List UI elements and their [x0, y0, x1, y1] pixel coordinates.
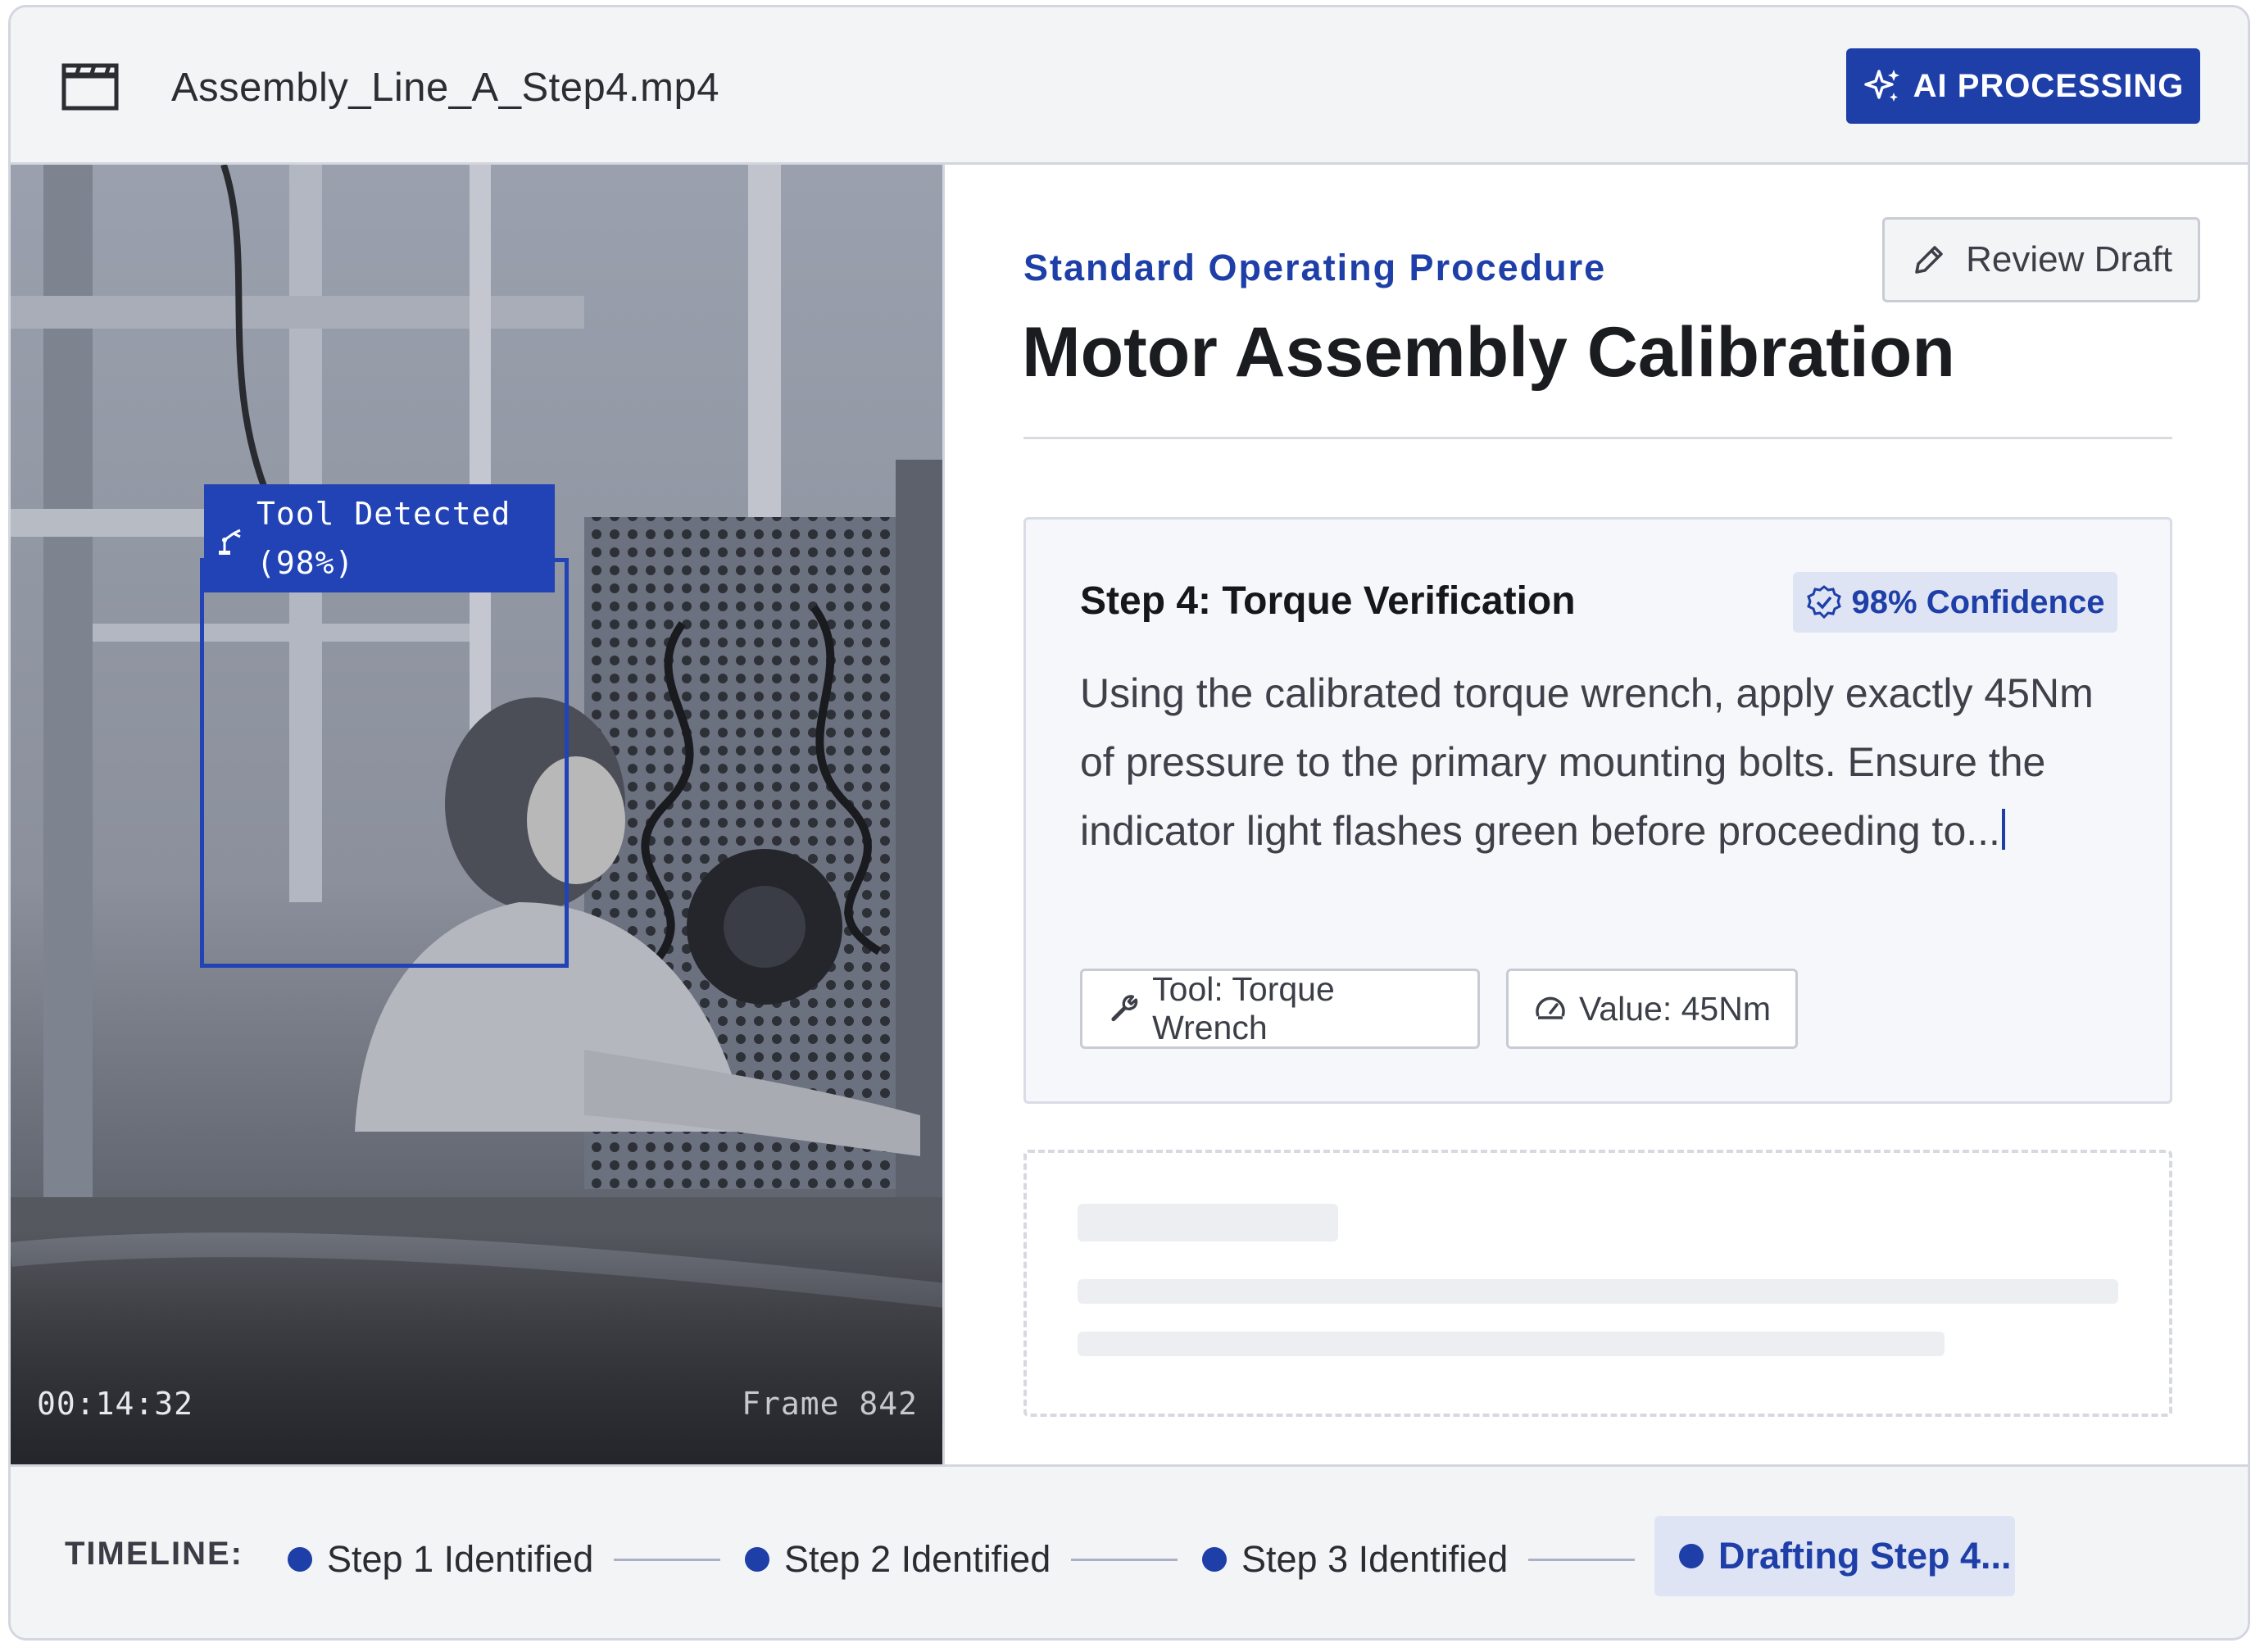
- section-label: Standard Operating Procedure: [1023, 247, 1607, 288]
- timeline-active-label: Drafting Step 4...: [1718, 1535, 2012, 1577]
- timeline-connector: [1071, 1559, 1178, 1561]
- status-dot: [1679, 1544, 1704, 1568]
- timeline-connector: [614, 1559, 720, 1561]
- status-dot: [1202, 1547, 1227, 1572]
- timeline-step-label: Step 2 Identified: [784, 1538, 1051, 1580]
- sparkles-icon: [1863, 70, 1899, 102]
- ai-processing-button[interactable]: AI PROCESSING: [1846, 48, 2200, 124]
- step-description-text: Using the calibrated torque wrench, appl…: [1080, 670, 2094, 854]
- verified-badge-icon: [1806, 585, 1841, 620]
- value-chip[interactable]: Value: 45Nm: [1506, 969, 1798, 1049]
- step-title: Step 4: Torque Verification: [1080, 579, 1576, 623]
- timeline-label: TIMELINE:: [65, 1536, 243, 1572]
- placeholder-line: [1078, 1332, 1945, 1356]
- placeholder-title-bar: [1078, 1204, 1338, 1241]
- value-chip-label: Value: 45Nm: [1579, 989, 1771, 1028]
- placeholder-line: [1078, 1279, 2118, 1304]
- document-title: Motor Assembly Calibration: [1022, 313, 1955, 392]
- header-bar: Assembly_Line_A_Step4.mp4 AI PROCESSING: [11, 7, 2248, 165]
- detection-text: Tool Detected: [256, 496, 511, 532]
- tool-chip-label: Tool: Torque Wrench: [1152, 970, 1335, 1046]
- title-divider: [1023, 437, 2172, 439]
- video-file-name: Assembly_Line_A_Step4.mp4: [171, 66, 719, 110]
- status-dot: [745, 1547, 769, 1572]
- text-cursor: [2001, 809, 2005, 850]
- timeline-step-1[interactable]: Step 1 Identified: [288, 1519, 593, 1600]
- review-draft-label: Review Draft: [1966, 239, 2172, 279]
- detection-confidence: (98%): [256, 545, 355, 581]
- step-description[interactable]: Using the calibrated torque wrench, appl…: [1080, 659, 2096, 865]
- gauge-icon: [1536, 996, 1565, 1019]
- robot-arm-icon: [219, 529, 241, 555]
- confidence-label: 98% Confidence: [1851, 583, 2105, 620]
- pencil-icon: [1915, 246, 1943, 274]
- timeline-step-4-active[interactable]: Drafting Step 4...: [1654, 1516, 2015, 1596]
- tool-chip[interactable]: Tool: Torque Wrench: [1080, 969, 1480, 1049]
- video-timecode: 00:14:32: [37, 1386, 194, 1422]
- sop-document-panel: Standard Operating Procedure Review Draf…: [945, 165, 2248, 1464]
- next-step-placeholder: [1023, 1150, 2172, 1417]
- ai-processing-label: AI PROCESSING: [1913, 67, 2185, 104]
- detection-label: Tool Detected (98%): [204, 484, 555, 592]
- timeline-step-3[interactable]: Step 3 Identified: [1202, 1519, 1508, 1600]
- timeline-step-label: Step 3 Identified: [1241, 1538, 1509, 1580]
- video-preview[interactable]: Tool Detected (98%) 00:14:32 Frame 842: [11, 165, 945, 1464]
- step-card[interactable]: Step 4: Torque Verification 98% Confiden…: [1023, 517, 2172, 1104]
- detection-bounding-box[interactable]: [200, 558, 569, 968]
- confidence-badge: 98% Confidence: [1793, 572, 2117, 633]
- timeline-step-label: Step 1 Identified: [327, 1538, 594, 1580]
- wrench-icon: [1111, 995, 1138, 1022]
- status-dot: [288, 1547, 312, 1572]
- review-draft-button[interactable]: Review Draft: [1882, 217, 2200, 302]
- clapperboard-icon: [61, 63, 119, 111]
- app-window: Assembly_Line_A_Step4.mp4 AI PROCESSING: [8, 5, 2250, 1641]
- timeline-bar: TIMELINE: Step 1 Identified Step 2 Ident…: [11, 1464, 2248, 1638]
- timeline-step-2[interactable]: Step 2 Identified: [745, 1519, 1051, 1600]
- frame-number: Frame 842: [742, 1386, 918, 1422]
- timeline-connector: [1528, 1559, 1635, 1561]
